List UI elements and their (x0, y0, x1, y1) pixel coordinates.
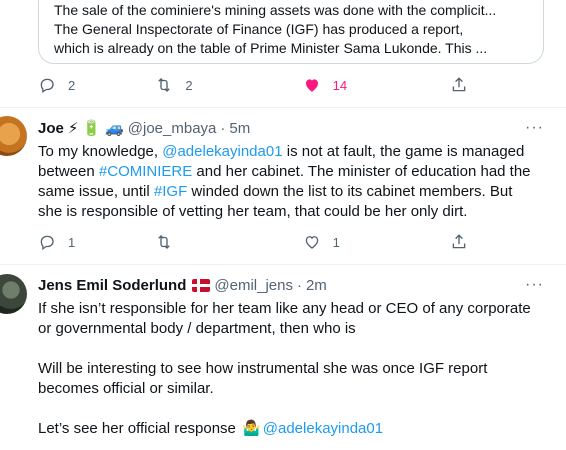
share-button[interactable] (450, 233, 468, 251)
like-count: 1 (332, 234, 340, 250)
text-segment: winded down the list to its cabinet memb… (187, 183, 513, 200)
hashtag-link[interactable]: #IGF (154, 183, 187, 200)
author-name[interactable]: Jens Emil Soderlund (38, 277, 186, 294)
tweet-header: Jens Emil Soderlund @emil_jens · 2m (38, 277, 327, 294)
retweet-count: 2 (185, 77, 193, 93)
quoted-tweet-card[interactable]: The sale of the cominiere's mining asset… (38, 0, 544, 64)
reply-icon (40, 235, 54, 251)
tweet-header: Joe ⚡ 🔋 🚙 @joe_mbaya · 5m (38, 120, 250, 137)
text-line: or governmental body / department, then … (38, 320, 356, 337)
text-line: Will be interesting to see how instrumen… (38, 360, 488, 377)
tweet-actions: 1 1 (38, 233, 468, 251)
heart-icon (305, 79, 318, 92)
like-button[interactable]: 1 (303, 233, 413, 251)
battery-emoji: 🔋 (82, 120, 102, 137)
text-line: she is responsible of vetting her team, … (38, 203, 468, 220)
tweet-divider (0, 107, 566, 108)
retweet-icon (158, 235, 171, 249)
author-handle[interactable]: @joe_mbaya (128, 120, 217, 137)
share-icon (452, 77, 466, 92)
reply-button[interactable]: 2 (38, 76, 118, 94)
separator: · (220, 120, 226, 137)
reply-icon (40, 78, 54, 94)
retweet-button[interactable]: 2 (155, 76, 265, 94)
reply-button[interactable]: 1 (38, 233, 118, 251)
text-line: becomes official or similar. (38, 380, 214, 397)
retweet-button[interactable] (155, 233, 265, 251)
more-options-button[interactable]: ··· (525, 119, 544, 137)
like-count: 14 (332, 77, 348, 93)
heart-outline-icon (305, 236, 318, 249)
timestamp[interactable]: 5m (229, 120, 250, 137)
text-line: If she isn’t responsible for her team li… (38, 300, 531, 317)
text-segment: and her cabinet. The minister of educati… (192, 163, 531, 180)
mention-link[interactable]: @adelekayinda01 (263, 420, 383, 437)
more-options-button[interactable]: ··· (525, 276, 544, 294)
quote-line: The General Inspectorate of Finance (IGF… (54, 21, 464, 37)
car-emoji: 🚙 (105, 120, 124, 137)
tweet-text: To my knowledge, @adelekayinda01 is not … (38, 142, 538, 222)
text-segment: between (38, 163, 99, 180)
retweet-icon (158, 78, 171, 92)
text-segment: same issue, until (38, 183, 154, 200)
quote-line: The sale of the cominiere's mining asset… (54, 2, 497, 18)
tweet-divider (0, 264, 566, 265)
lightning-emoji: ⚡ (67, 120, 79, 137)
mention-link[interactable]: @adelekayinda01 (162, 143, 282, 160)
tweet-text: If she isn’t responsible for her team li… (38, 299, 538, 439)
text-segment: To my knowledge, (38, 143, 163, 160)
share-icon (452, 234, 466, 249)
avatar[interactable] (0, 274, 27, 314)
timestamp[interactable]: 2m (306, 277, 327, 294)
avatar[interactable] (0, 116, 27, 156)
separator: · (296, 277, 302, 294)
reply-count: 1 (68, 234, 76, 250)
author-handle[interactable]: @emil_jens (214, 277, 293, 294)
like-button[interactable]: 14 (303, 76, 413, 94)
author-name[interactable]: Joe (38, 120, 64, 137)
text-segment: Let’s see her official response (38, 420, 241, 437)
share-button[interactable] (450, 76, 468, 94)
quote-line: which is already on the table of Prime M… (54, 40, 488, 56)
shrug-emoji: 🤷‍♂️ (242, 420, 261, 437)
text-segment: is not at fault, the game is managed (282, 143, 525, 160)
reply-count: 2 (68, 77, 76, 93)
tweet-actions: 2 2 14 (38, 76, 468, 94)
denmark-flag-icon (192, 279, 211, 292)
hashtag-link[interactable]: #COMINIERE (99, 163, 192, 180)
